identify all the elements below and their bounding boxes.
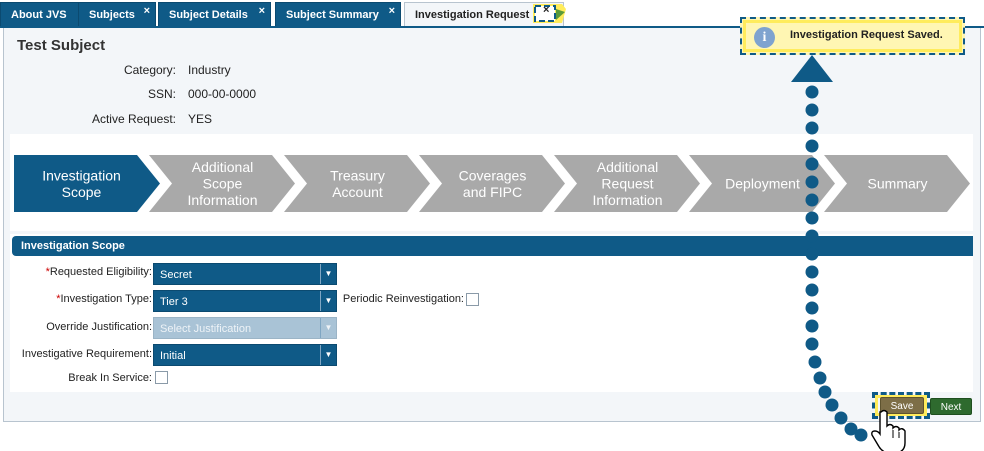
chevron-down-icon: ▼ [320, 264, 336, 284]
requested-eligibility-label: *Requested Eligibility: [10, 266, 152, 278]
info-row-active-request: Active Request: YES [0, 112, 400, 128]
info-icon: i [754, 27, 775, 48]
break-in-service-label: Break In Service: [68, 372, 152, 384]
wizard-step[interactable]: Additional Scope Information [149, 155, 295, 212]
info-value: 000-00-0000 [188, 87, 257, 101]
wizard-step[interactable]: Summary [824, 155, 970, 212]
label-text: Requested Eligibility: [49, 266, 152, 278]
info-value: YES [188, 112, 213, 126]
investigation-type-label: *Investigation Type: [10, 293, 152, 305]
notification-message: Investigation Request Saved. [790, 29, 943, 41]
step-label: Summary [868, 176, 928, 192]
subject-name: Test Subject [17, 37, 106, 54]
wizard-step[interactable]: Additional Request Information [554, 155, 700, 212]
tab-label: Subject Summary [286, 9, 379, 21]
step-label: Treasury Account [330, 167, 385, 200]
tab-subject-details[interactable]: Subject Details × [158, 2, 271, 27]
next-button[interactable]: Next [930, 398, 972, 415]
chevron-down-icon: ▼ [320, 291, 336, 311]
wizard-svg: Investigation ScopeAdditional Scope Informa… [14, 155, 970, 212]
periodic-reinvestigation-checkbox[interactable] [466, 293, 479, 306]
chevron-down-icon: ▼ [320, 318, 336, 338]
investigative-requirement-label: Investigative Requirement: [21, 348, 152, 360]
wizard-step[interactable]: Investigation Scope [14, 155, 160, 212]
requested-eligibility-select[interactable]: Secret ▼ [153, 263, 337, 285]
investigation-scope-section: Investigation Scope [10, 234, 973, 392]
step-label: Additional Request Information [592, 159, 662, 208]
label-text: Investigation Type: [60, 293, 152, 305]
tab-label: About JVS [11, 9, 67, 21]
investigative-requirement-select[interactable]: Initial ▼ [153, 344, 337, 366]
select-value: Secret [160, 269, 192, 281]
select-value: Initial [160, 350, 186, 362]
guide-dot [844, 422, 858, 436]
close-icon[interactable]: × [144, 0, 150, 23]
active-tab-close-highlight[interactable]: × [532, 3, 566, 24]
override-justification-select[interactable]: Select Justification ▼ [153, 317, 337, 339]
tab-subjects[interactable]: Subjects × [78, 2, 156, 27]
info-label: Category: [123, 63, 176, 77]
wizard-steps: Investigation Scope Additional Scope Informa… [10, 134, 973, 231]
break-in-service-checkbox[interactable] [155, 371, 168, 384]
info-row-ssn: SSN: 000-00-0000 [0, 87, 400, 103]
override-justification-label: Override Justification: [46, 321, 152, 333]
tab-label: Subjects [89, 9, 135, 21]
info-label: SSN: [147, 87, 176, 101]
info-label: Active Request: [91, 112, 176, 126]
close-icon[interactable]: × [389, 0, 395, 23]
close-icon[interactable]: × [259, 0, 265, 23]
wizard-step[interactable]: Deployment [689, 155, 835, 212]
tab-label: Subject Details [169, 9, 248, 21]
chevron-down-icon: ▼ [320, 345, 336, 365]
investigation-type-select[interactable]: Tier 3 ▼ [153, 290, 337, 312]
step-label: Coverages and FIPC [459, 167, 527, 200]
save-button[interactable]: Save [880, 397, 924, 414]
wizard-step[interactable]: Treasury Account [284, 155, 430, 212]
guide-dot [854, 428, 868, 442]
step-label: Deployment [725, 176, 800, 192]
periodic-reinvestigation-label: Periodic Reinvestigation: [342, 293, 464, 305]
info-row-category: Category: Industry [0, 63, 400, 79]
info-value: Industry [188, 63, 231, 77]
tab-subject-summary[interactable]: Subject Summary × [275, 2, 401, 27]
tab-label: Investigation Request [415, 9, 530, 21]
section-header: Investigation Scope [12, 236, 973, 256]
select-value: Tier 3 [160, 296, 188, 308]
close-icon[interactable]: × [543, 4, 549, 16]
select-placeholder: Select Justification [160, 323, 252, 335]
notification-toast: i Investigation Request Saved. [740, 17, 965, 55]
tab-about-jvs[interactable]: About JVS [0, 2, 80, 27]
wizard-step[interactable]: Coverages and FIPC [419, 155, 565, 212]
